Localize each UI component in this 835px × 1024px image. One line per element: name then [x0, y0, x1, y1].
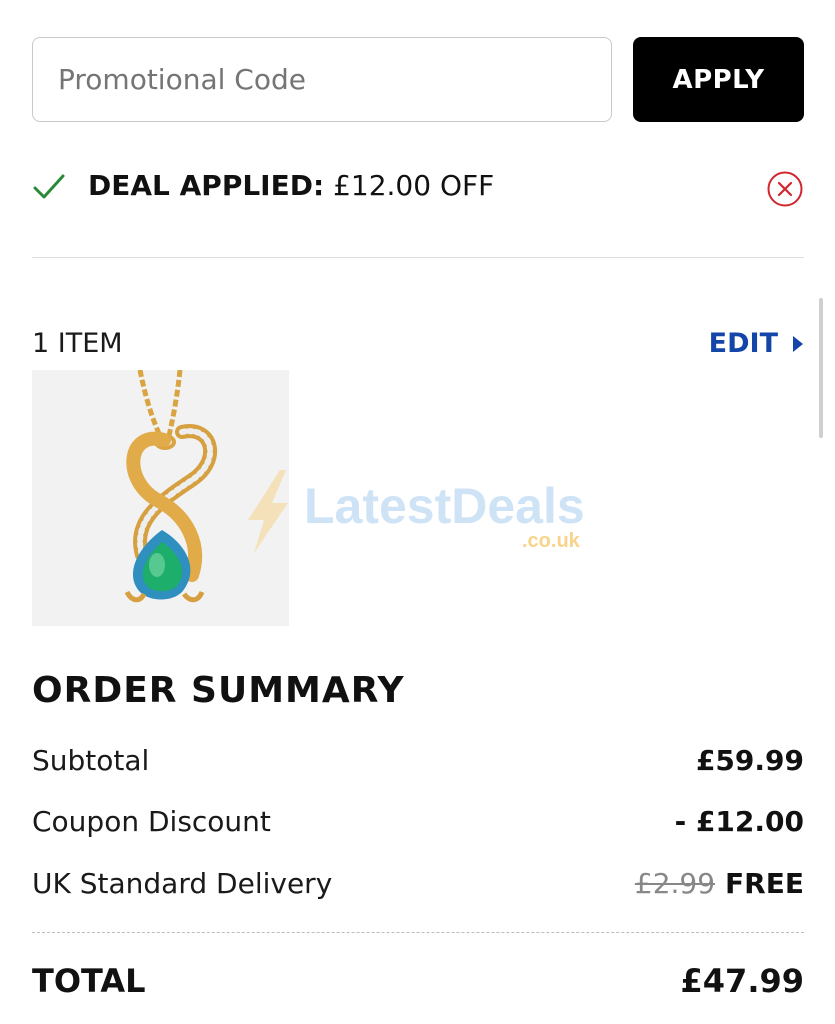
total-divider	[32, 932, 804, 933]
total-row: TOTAL £47.99	[32, 962, 804, 1002]
summary-row-delivery: UK Standard Delivery £2.99 FREE	[32, 867, 804, 903]
summary-label: UK Standard Delivery	[32, 867, 333, 900]
item-count: 1 ITEM	[32, 328, 123, 359]
summary-value: £59.99	[695, 744, 804, 777]
chevron-right-icon	[793, 335, 803, 352]
summary-value: FREE	[725, 867, 804, 900]
promo-code-input[interactable]	[32, 37, 612, 122]
check-icon	[33, 174, 65, 199]
summary-value: - £12.00	[674, 805, 804, 838]
close-circle-icon[interactable]	[766, 170, 804, 208]
edit-label: EDIT	[708, 328, 778, 359]
total-label: TOTAL	[32, 962, 146, 1000]
section-divider	[32, 257, 804, 258]
deal-applied-row: DEAL APPLIED: £12.00 OFF	[32, 168, 804, 208]
deal-message: DEAL APPLIED: £12.00 OFF	[88, 169, 494, 202]
watermark-suffix: .co.uk	[522, 530, 581, 552]
summary-value-group: £2.99 FREE	[635, 867, 804, 900]
promo-code-row: APPLY	[32, 37, 804, 122]
edit-link[interactable]: EDIT	[709, 328, 804, 359]
deal-label: DEAL APPLIED:	[88, 169, 325, 202]
scrollbar[interactable]	[819, 298, 823, 438]
items-header: 1 ITEM EDIT	[32, 328, 804, 364]
order-summary-title: ORDER SUMMARY	[32, 670, 405, 711]
summary-row-subtotal: Subtotal £59.99	[32, 744, 804, 780]
summary-label: Coupon Discount	[32, 805, 271, 838]
watermark-brand: LatestDeals	[304, 478, 585, 534]
deal-amount: £12.00 OFF	[333, 169, 495, 202]
old-delivery-price: £2.99	[634, 867, 716, 900]
summary-label: Subtotal	[32, 744, 150, 777]
latestdeals-watermark: LatestDeals .co.uk	[248, 470, 585, 553]
total-value: £47.99	[680, 962, 804, 1000]
summary-row-coupon: Coupon Discount - £12.00	[32, 805, 804, 841]
apply-button[interactable]: APPLY	[633, 37, 804, 122]
